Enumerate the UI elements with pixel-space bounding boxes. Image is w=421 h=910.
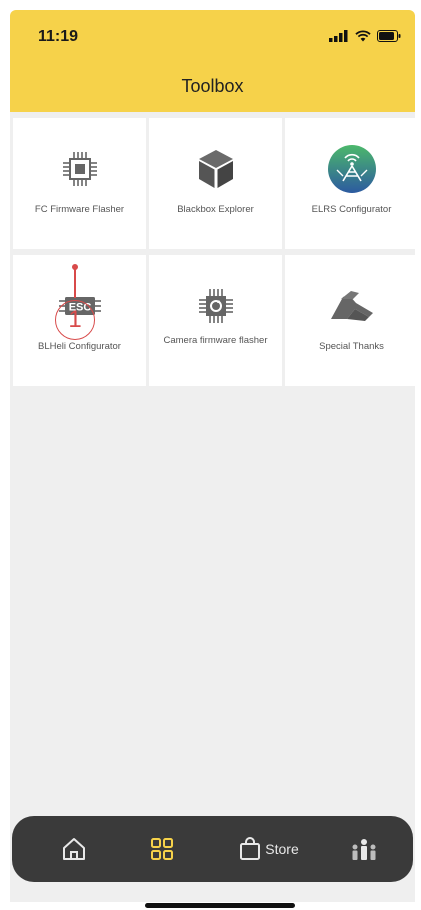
tab-store[interactable]: Store [224, 816, 314, 882]
home-indicator [145, 903, 295, 908]
cube-icon [198, 150, 233, 188]
tool-label: FC Firmware Flasher [34, 204, 125, 215]
tab-home[interactable] [52, 816, 96, 882]
bag-icon [240, 837, 261, 860]
tool-label: Blackbox Explorer [177, 204, 254, 215]
handshake-icon [330, 291, 373, 321]
battery-icon [377, 30, 401, 42]
chip-icon [62, 152, 97, 186]
page-title: Toolbox [181, 76, 244, 96]
tool-label: Special Thanks [319, 341, 384, 352]
wifi-icon [355, 30, 371, 42]
tab-store-label: Store [265, 841, 299, 857]
tab-toolbox[interactable] [140, 816, 184, 882]
cellular-signal-icon [329, 30, 348, 42]
tool-blackbox-explorer[interactable]: Blackbox Explorer [149, 118, 282, 249]
app-screen: 11:19 Toolbox FC Firmware Flasher Blackb… [0, 0, 421, 910]
annotation-line [74, 268, 76, 298]
toolbox-content: FC Firmware Flasher Blackbox Explorer EL… [10, 112, 418, 902]
tool-special-thanks[interactable]: Special Thanks [285, 255, 418, 386]
bottom-tab-bar: Store [12, 816, 413, 882]
annotation-number: 1 [55, 300, 95, 340]
tool-grid: FC Firmware Flasher Blackbox Explorer EL… [13, 118, 418, 386]
app-header: 11:19 Toolbox [10, 10, 415, 112]
elrs-logo-icon [327, 145, 376, 193]
tool-camera-firmware-flasher[interactable]: Camera firmware flasher [149, 255, 282, 386]
tool-label: BLHeli Configurator [38, 341, 121, 352]
tool-label: Camera firmware flasher [163, 335, 268, 346]
home-icon [63, 838, 85, 860]
people-icon [352, 839, 376, 860]
tool-label: ELRS Configurator [311, 204, 392, 215]
tool-elrs-configurator[interactable]: ELRS Configurator [285, 118, 418, 249]
grid-icon [151, 838, 173, 860]
camera-chip-icon [198, 289, 233, 323]
status-icons [329, 30, 401, 42]
tab-community[interactable] [342, 816, 386, 882]
status-time: 11:19 [38, 28, 79, 45]
tool-fc-firmware-flasher[interactable]: FC Firmware Flasher [13, 118, 146, 249]
